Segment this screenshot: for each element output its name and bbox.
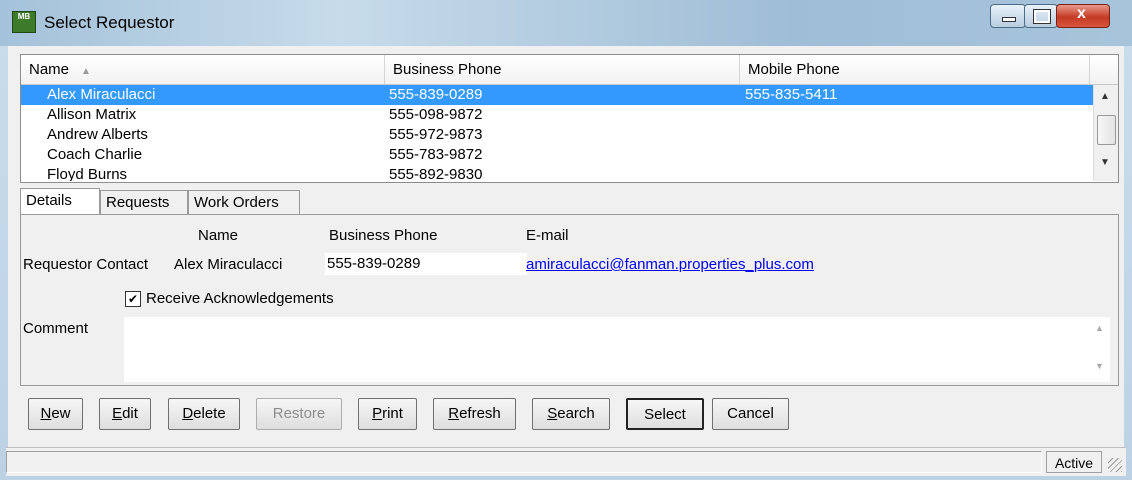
list-row[interactable]: Coach Charlie 555-783-9872 — [21, 145, 1093, 165]
row-mobile-phone: 555-835-5411 — [745, 86, 838, 103]
business-phone-field[interactable]: 555-839-0289 — [325, 253, 527, 275]
row-business-phone: 555-839-0289 — [389, 86, 483, 103]
row-name: Alex Miraculacci — [47, 86, 156, 103]
row-name: Andrew Alberts — [47, 126, 148, 143]
requestor-contact-label: Requestor Contact — [23, 256, 149, 273]
column-header-business-phone[interactable]: Business Phone — [385, 55, 740, 84]
name-column-label: Name — [198, 227, 239, 244]
restore-button: Restore — [256, 398, 342, 430]
search-button[interactable]: Search — [532, 398, 610, 430]
list-rows: Alex Miraculacci 555-839-0289 555-835-54… — [21, 85, 1093, 181]
list-row[interactable]: Andrew Alberts 555-972-9873 — [21, 125, 1093, 145]
email-column-label: E-mail — [526, 227, 569, 244]
email-link[interactable]: amiraculacci@fanman.properties_plus.com — [526, 256, 814, 273]
status-bar: Active — [6, 447, 1126, 476]
maximize-icon — [1033, 9, 1051, 24]
receive-acknowledgements-label[interactable]: Receive Acknowledgements — [146, 290, 334, 307]
tab-requests[interactable]: Requests — [100, 190, 188, 214]
comment-scrollbar[interactable]: ▲ ▼ — [1091, 317, 1110, 382]
sort-ascending-icon: ▲ — [81, 66, 91, 77]
window-title: Select Requestor — [44, 13, 175, 32]
close-icon: x — [1077, 5, 1086, 22]
status-active: Active — [1046, 451, 1102, 473]
receive-acknowledgements-checkbox[interactable]: ✔ — [125, 291, 141, 307]
list-row[interactable]: Alex Miraculacci 555-839-0289 555-835-54… — [21, 85, 1093, 105]
row-business-phone: 555-892-9830 — [389, 166, 483, 181]
row-name: Coach Charlie — [47, 146, 143, 163]
minimize-button[interactable] — [990, 4, 1026, 28]
row-name: Allison Matrix — [47, 106, 137, 123]
resize-grip-icon[interactable] — [1108, 458, 1122, 472]
minimize-icon — [1002, 17, 1016, 22]
business-phone-column-label: Business Phone — [329, 227, 438, 244]
print-button[interactable]: Print — [358, 398, 417, 430]
cancel-button[interactable]: Cancel — [712, 398, 789, 430]
new-button[interactable]: New — [28, 398, 83, 430]
scroll-thumb[interactable] — [1097, 115, 1116, 145]
maximize-button[interactable] — [1024, 4, 1058, 28]
status-message-pane — [6, 451, 1042, 473]
row-business-phone: 555-098-9872 — [389, 106, 483, 123]
row-name: Floyd Burns — [47, 166, 128, 181]
tab-details[interactable]: Details — [20, 188, 100, 214]
app-icon: MB — [12, 11, 36, 33]
row-business-phone: 555-972-9873 — [389, 126, 483, 143]
title-bar[interactable]: MB Select Requestor x — [0, 0, 1132, 46]
select-button[interactable]: Select — [626, 398, 704, 430]
contact-name-value: Alex Miraculacci — [174, 256, 283, 273]
comment-label: Comment — [23, 320, 89, 337]
close-button[interactable]: x — [1056, 4, 1110, 28]
list-row[interactable]: Floyd Burns 555-892-9830 — [21, 165, 1093, 181]
list-header: Name ▲ Business Phone Mobile Phone — [21, 55, 1118, 85]
select-requestor-window: MB Select Requestor x Name ▲ Business Pho… — [0, 0, 1132, 480]
scroll-down-icon[interactable]: ▼ — [1100, 157, 1110, 168]
scroll-up-icon[interactable]: ▲ — [1095, 323, 1104, 333]
comment-textarea[interactable] — [124, 317, 1110, 382]
list-row[interactable]: Allison Matrix 555-098-9872 — [21, 105, 1093, 125]
edit-button[interactable]: Edit — [99, 398, 151, 430]
requestor-list[interactable]: Name ▲ Business Phone Mobile Phone Alex M… — [20, 54, 1119, 183]
details-panel: Name Business Phone E-mail Requestor Con… — [20, 214, 1119, 386]
scroll-up-icon[interactable]: ▲ — [1100, 91, 1110, 102]
refresh-button[interactable]: Refresh — [433, 398, 516, 430]
column-header-name[interactable]: Name ▲ — [21, 55, 385, 84]
column-header-mobile-phone[interactable]: Mobile Phone — [740, 55, 1090, 84]
tab-work-orders[interactable]: Work Orders — [188, 190, 300, 214]
scroll-down-icon[interactable]: ▼ — [1095, 361, 1104, 371]
delete-button[interactable]: Delete — [168, 398, 240, 430]
list-scrollbar[interactable]: ▲ ▼ — [1093, 85, 1118, 181]
row-business-phone: 555-783-9872 — [389, 146, 483, 163]
